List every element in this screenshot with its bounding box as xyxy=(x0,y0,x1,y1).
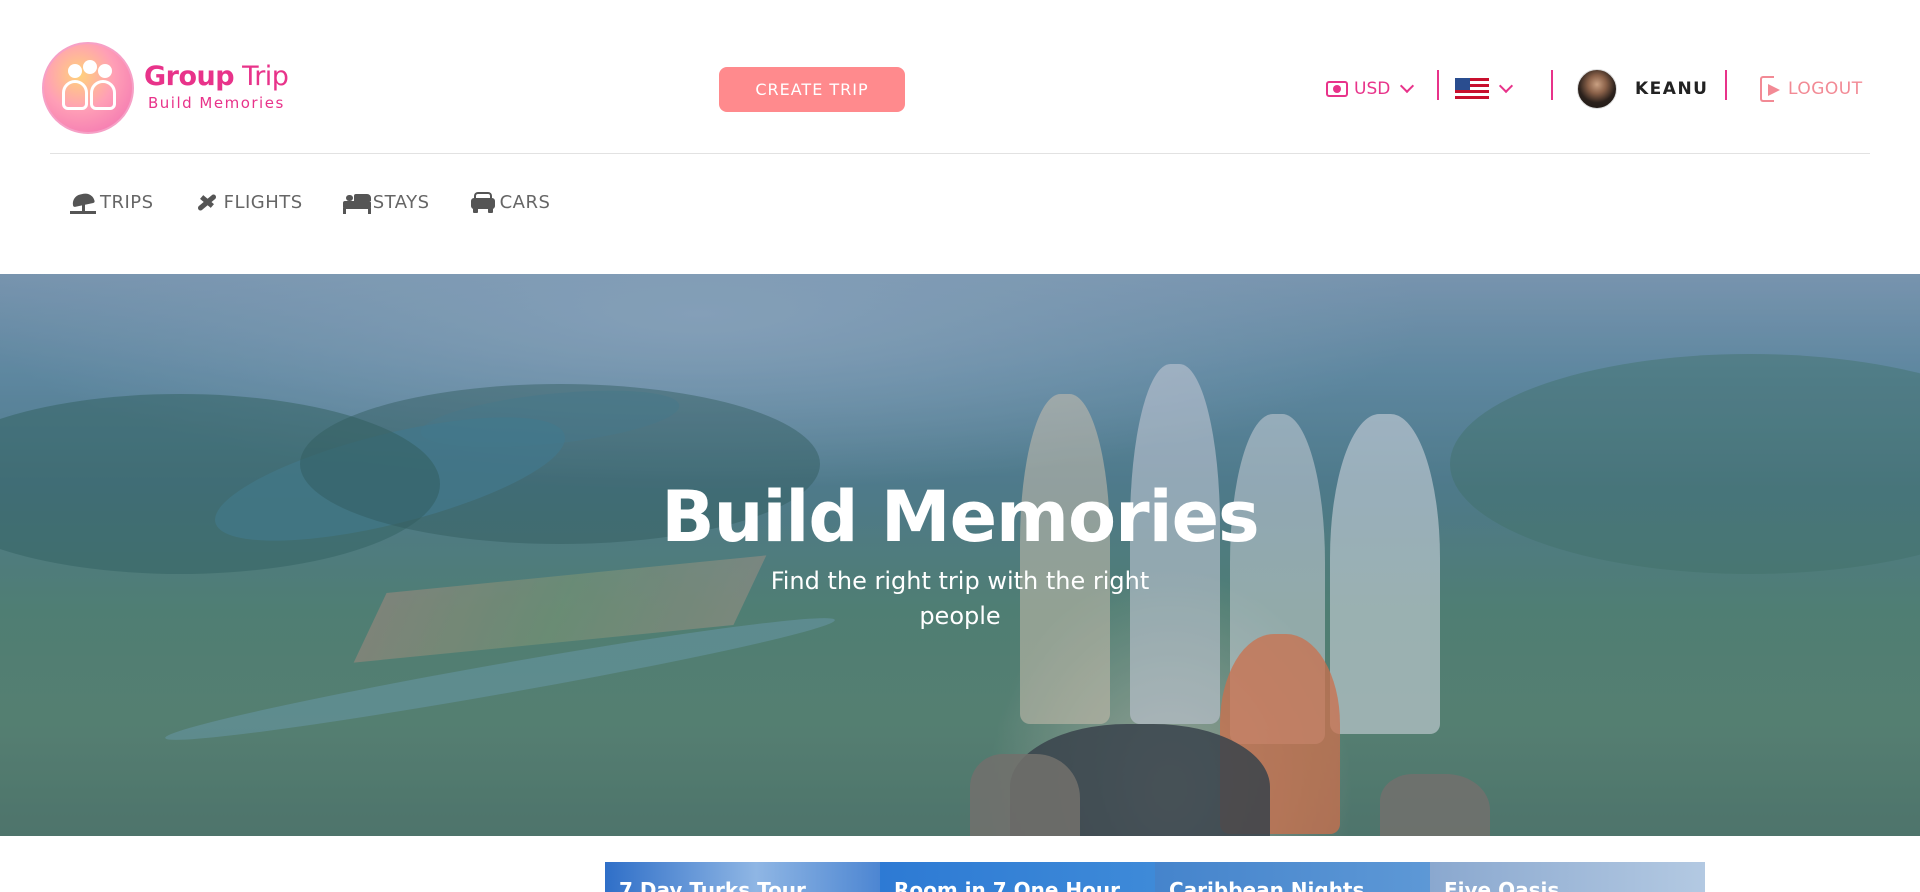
nav-item-trips[interactable]: TRIPS xyxy=(70,190,154,214)
car-icon xyxy=(470,190,496,214)
brand-tagline: Build Memories xyxy=(148,94,285,112)
language-selector[interactable] xyxy=(1455,66,1514,112)
trip-card-title: Room in 7 One Hour xyxy=(894,878,1120,892)
chevron-down-icon xyxy=(1400,78,1415,94)
brand-title: Group Trip xyxy=(144,61,289,92)
plane-icon xyxy=(194,190,220,214)
create-trip-button[interactable]: CREATE TRIP xyxy=(719,67,905,112)
nav-item-label: TRIPS xyxy=(100,191,154,213)
user-menu[interactable]: KEANU xyxy=(1577,66,1708,112)
brand-text: Group Trip Build Memories xyxy=(144,61,289,114)
chevron-down-icon xyxy=(1498,78,1514,94)
site-header: Group Trip Build Memories CREATE TRIP US… xyxy=(0,0,1920,154)
header-divider xyxy=(1437,70,1439,100)
avatar xyxy=(1577,69,1617,109)
main-nav: TRIPS FLIGHTS STAYS CARS xyxy=(70,184,590,220)
nav-item-label: FLIGHTS xyxy=(223,191,303,213)
trip-card[interactable]: Room in 7 One Hour xyxy=(880,862,1155,892)
nav-item-flights[interactable]: FLIGHTS xyxy=(194,190,303,214)
logout-label: LOGOUT xyxy=(1788,79,1863,99)
trip-card-title: Caribbean Nights xyxy=(1169,878,1365,892)
trip-card[interactable]: Five Oasis xyxy=(1430,862,1705,892)
hero-subtitle: Find the right trip with the right peopl… xyxy=(770,567,1150,630)
group-trip-logo-icon xyxy=(42,42,134,134)
nav-item-stays[interactable]: STAYS xyxy=(342,190,430,214)
header-divider xyxy=(1551,70,1553,100)
logout-button[interactable]: LOGOUT xyxy=(1760,66,1863,112)
us-flag-icon xyxy=(1455,78,1489,100)
trip-card-title: 7 Day Turks Tour xyxy=(619,878,806,892)
nav-item-cars[interactable]: CARS xyxy=(470,190,551,214)
hero-title: Build Memories xyxy=(661,476,1259,558)
bed-icon xyxy=(342,190,371,214)
trip-card[interactable]: 7 Day Turks Tour xyxy=(605,862,880,892)
nav-item-label: CARS xyxy=(499,191,551,213)
brand-logo[interactable]: Group Trip Build Memories xyxy=(42,42,289,134)
nav-item-label: STAYS xyxy=(372,191,430,213)
logout-icon xyxy=(1760,76,1782,102)
header-divider-line xyxy=(50,153,1870,154)
hero-banner: Build Memories Find the right trip with … xyxy=(0,274,1920,836)
currency-selector[interactable]: USD xyxy=(1326,66,1415,112)
money-bill-icon xyxy=(1326,81,1348,97)
username: KEANU xyxy=(1635,79,1709,99)
umbrella-beach-icon xyxy=(70,190,96,214)
currency-label: USD xyxy=(1354,79,1391,99)
header-divider xyxy=(1725,70,1727,100)
trip-card-row: 7 Day Turks Tour Room in 7 One Hour Cari… xyxy=(605,862,1705,892)
trip-card-title: Five Oasis xyxy=(1444,878,1560,892)
trip-card[interactable]: Caribbean Nights xyxy=(1155,862,1430,892)
